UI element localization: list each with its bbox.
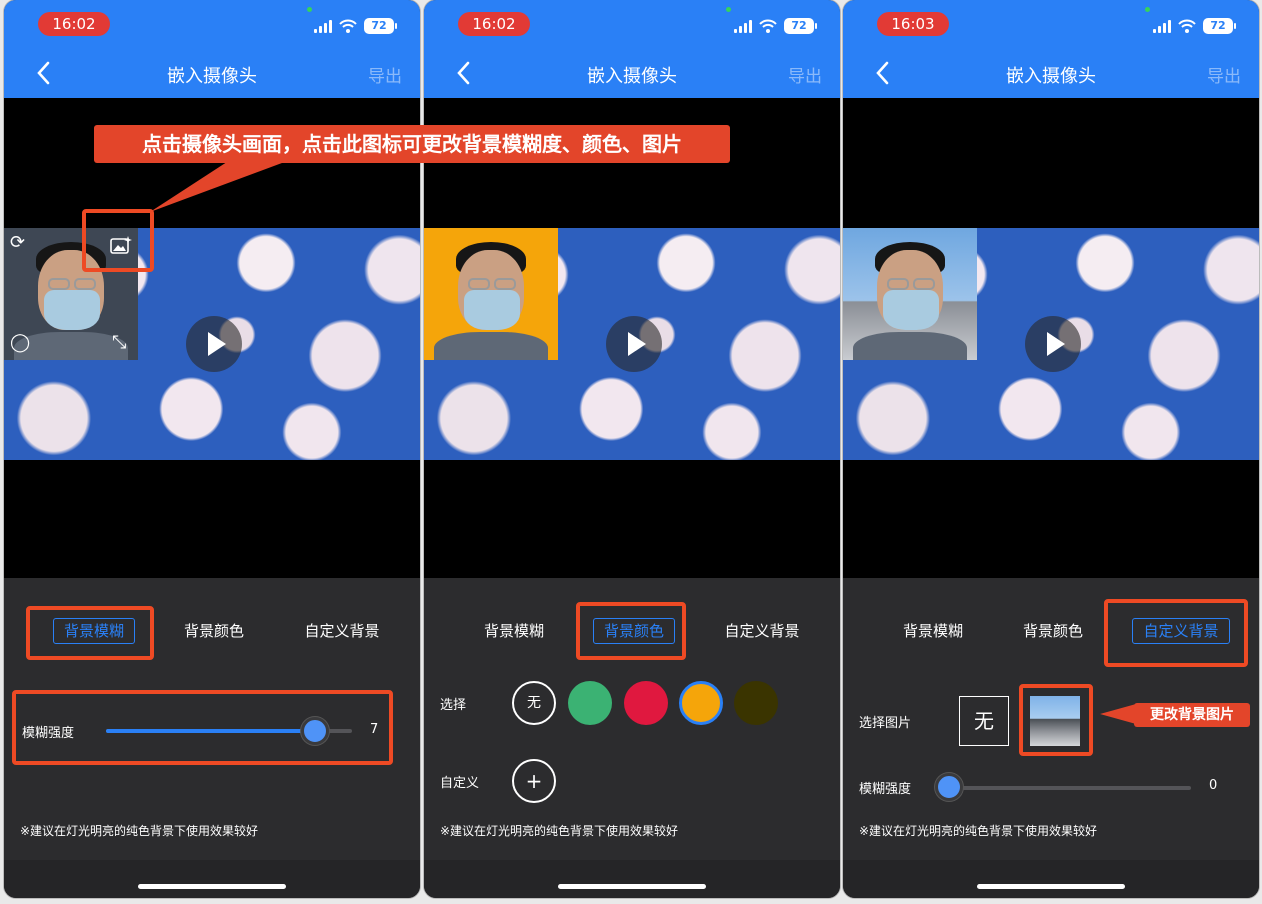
main-instruction-callout: 点击摄像头画面，点击此图标可更改背景模糊度、颜色、图片 <box>94 125 730 163</box>
image-instruction-callout: 更改背景图片 <box>1134 703 1250 727</box>
